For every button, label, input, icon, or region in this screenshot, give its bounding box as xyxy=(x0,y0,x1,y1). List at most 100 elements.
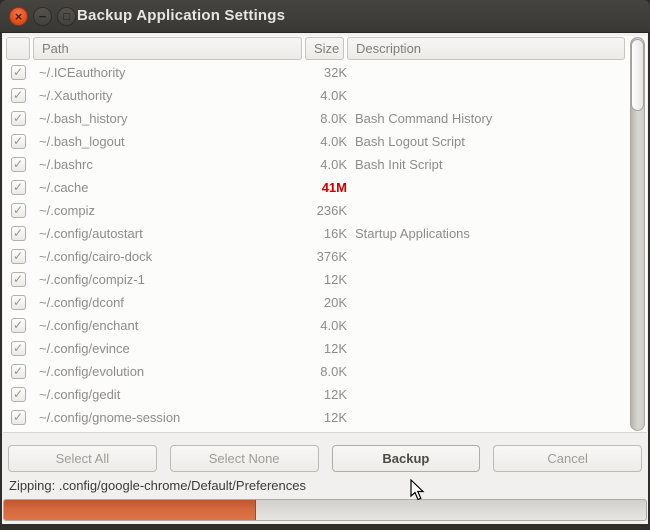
table-row[interactable]: ✓ ~/.bash_history8.0KBash Command History xyxy=(3,107,628,130)
row-checkbox[interactable]: ✓ xyxy=(3,245,33,268)
row-checkbox[interactable]: ✓ xyxy=(3,291,33,314)
window-body: Path Size Description ✓~/.ICEauthority32… xyxy=(2,33,648,524)
row-path: ~/.config/dconf xyxy=(33,291,305,314)
table-row[interactable]: ✓~/.config/evince12K xyxy=(3,337,628,360)
row-size: 12K xyxy=(305,268,347,291)
select-all-button[interactable]: Select All xyxy=(8,445,157,472)
table-row[interactable]: ✓~/.config/gnome-session12K xyxy=(3,406,628,429)
backup-button[interactable]: Backup xyxy=(332,445,481,472)
checkbox-check-icon: ✓ xyxy=(11,134,26,149)
progress-fill xyxy=(4,500,256,520)
window-maximize-button[interactable]: ▢ xyxy=(57,7,76,26)
row-size: 12K xyxy=(305,337,347,360)
checkbox-check-icon: ✓ xyxy=(11,111,26,126)
row-size: 12K xyxy=(305,383,347,406)
file-table: Path Size Description ✓~/.ICEauthority32… xyxy=(3,36,647,433)
column-header-description[interactable]: Description xyxy=(347,37,625,60)
table-row[interactable]: ✓ ~/.compiz236K xyxy=(3,199,628,222)
row-path: ~/.config/compiz-1 xyxy=(33,268,305,291)
table-row[interactable]: ✓ ~/.config/cairo-dock376K xyxy=(3,245,628,268)
cancel-button[interactable]: Cancel xyxy=(493,445,642,472)
vertical-scrollbar[interactable] xyxy=(630,37,645,431)
row-description xyxy=(347,314,628,337)
row-path: ~/.config/enchant xyxy=(33,314,305,337)
status-text: Zipping: .config/google-chrome/Default/P… xyxy=(9,478,641,496)
row-path: ~/.bashrc xyxy=(33,153,305,176)
row-checkbox[interactable]: ✓ xyxy=(3,429,33,432)
row-checkbox[interactable]: ✓ xyxy=(3,84,33,107)
row-description xyxy=(347,84,628,107)
row-description xyxy=(347,383,628,406)
row-path: ~/.bash_history xyxy=(33,107,305,130)
table-row[interactable]: ✓~/.config/google-chrome xyxy=(3,429,628,432)
row-checkbox[interactable]: ✓ xyxy=(3,337,33,360)
row-path: ~/.config/cairo-dock xyxy=(33,245,305,268)
column-header-checkbox[interactable] xyxy=(6,37,30,60)
table-row[interactable]: ✓~/.Xauthority4.0K xyxy=(3,84,628,107)
row-checkbox[interactable]: ✓ xyxy=(3,268,33,291)
checkbox-check-icon: ✓ xyxy=(11,226,26,241)
row-size: 32K xyxy=(305,61,347,84)
checkbox-check-icon: ✓ xyxy=(11,157,26,172)
table-row[interactable]: ✓ ~/.config/compiz-112K xyxy=(3,268,628,291)
table-rows: ✓~/.ICEauthority32K✓~/.Xauthority4.0K✓~/… xyxy=(3,61,628,432)
row-checkbox[interactable]: ✓ xyxy=(3,107,33,130)
row-size: 8.0K xyxy=(305,360,347,383)
table-row[interactable]: ✓~/.config/enchant4.0K xyxy=(3,314,628,337)
row-size: 376K xyxy=(305,245,347,268)
row-size: 12K xyxy=(305,406,347,429)
table-row[interactable]: ✓~/.ICEauthority32K xyxy=(3,61,628,84)
row-path: ~/.config/evince xyxy=(33,337,305,360)
row-size xyxy=(305,429,347,432)
row-checkbox[interactable]: ✓ xyxy=(3,383,33,406)
table-row[interactable]: ✓~/.cache41M xyxy=(3,176,628,199)
table-row[interactable]: ✓~/.bashrc4.0KBash Init Script xyxy=(3,153,628,176)
table-row[interactable]: ✓~/.config/evolution8.0K xyxy=(3,360,628,383)
backup-settings-window: × − ▢ Backup Application Settings Path S… xyxy=(0,0,650,530)
row-path: ~/.config/google-chrome xyxy=(33,429,305,432)
row-checkbox[interactable]: ✓ xyxy=(3,199,33,222)
titlebar: × − ▢ Backup Application Settings xyxy=(0,0,650,33)
column-header-size[interactable]: Size xyxy=(305,37,344,60)
row-checkbox[interactable]: ✓ xyxy=(3,222,33,245)
checkbox-check-icon: ✓ xyxy=(11,180,26,195)
row-checkbox[interactable]: ✓ xyxy=(3,61,33,84)
row-description xyxy=(347,176,628,199)
row-description xyxy=(347,406,628,429)
row-description xyxy=(347,245,628,268)
row-description xyxy=(347,199,628,222)
checkbox-check-icon: ✓ xyxy=(11,65,26,80)
scrollbar-thumb[interactable] xyxy=(631,39,644,111)
column-header-path[interactable]: Path xyxy=(33,37,302,60)
row-checkbox[interactable]: ✓ xyxy=(3,130,33,153)
table-row[interactable]: ✓~/.config/dconf20K xyxy=(3,291,628,314)
row-checkbox[interactable]: ✓ xyxy=(3,360,33,383)
row-size: 8.0K xyxy=(305,107,347,130)
checkbox-check-icon: ✓ xyxy=(11,272,26,287)
table-row[interactable]: ✓~/.config/gedit12K xyxy=(3,383,628,406)
table-row[interactable]: ✓~/.bash_logout4.0KBash Logout Script xyxy=(3,130,628,153)
select-none-button[interactable]: Select None xyxy=(170,445,319,472)
row-checkbox[interactable]: ✓ xyxy=(3,314,33,337)
row-path: ~/.cache xyxy=(33,176,305,199)
table-row[interactable]: ✓~/.config/autostart16KStartup Applicati… xyxy=(3,222,628,245)
row-size: 4.0K xyxy=(305,130,347,153)
row-path: ~/.config/gnome-session xyxy=(33,406,305,429)
checkbox-check-icon: ✓ xyxy=(11,249,26,264)
row-path: ~/.Xauthority xyxy=(33,84,305,107)
window-minimize-button[interactable]: − xyxy=(33,7,52,26)
row-description xyxy=(347,61,628,84)
row-size: 236K xyxy=(305,199,347,222)
row-checkbox[interactable]: ✓ xyxy=(3,406,33,429)
checkbox-check-icon: ✓ xyxy=(11,203,26,218)
row-description xyxy=(347,291,628,314)
checkbox-check-icon: ✓ xyxy=(11,88,26,103)
row-description: Startup Applications xyxy=(347,222,628,245)
row-checkbox[interactable]: ✓ xyxy=(3,153,33,176)
row-size: 20K xyxy=(305,291,347,314)
window-close-button[interactable]: × xyxy=(9,7,28,26)
row-description: Bash Command History xyxy=(347,107,628,130)
row-path: ~/.compiz xyxy=(33,199,305,222)
row-path: ~/.config/autostart xyxy=(33,222,305,245)
row-checkbox[interactable]: ✓ xyxy=(3,176,33,199)
